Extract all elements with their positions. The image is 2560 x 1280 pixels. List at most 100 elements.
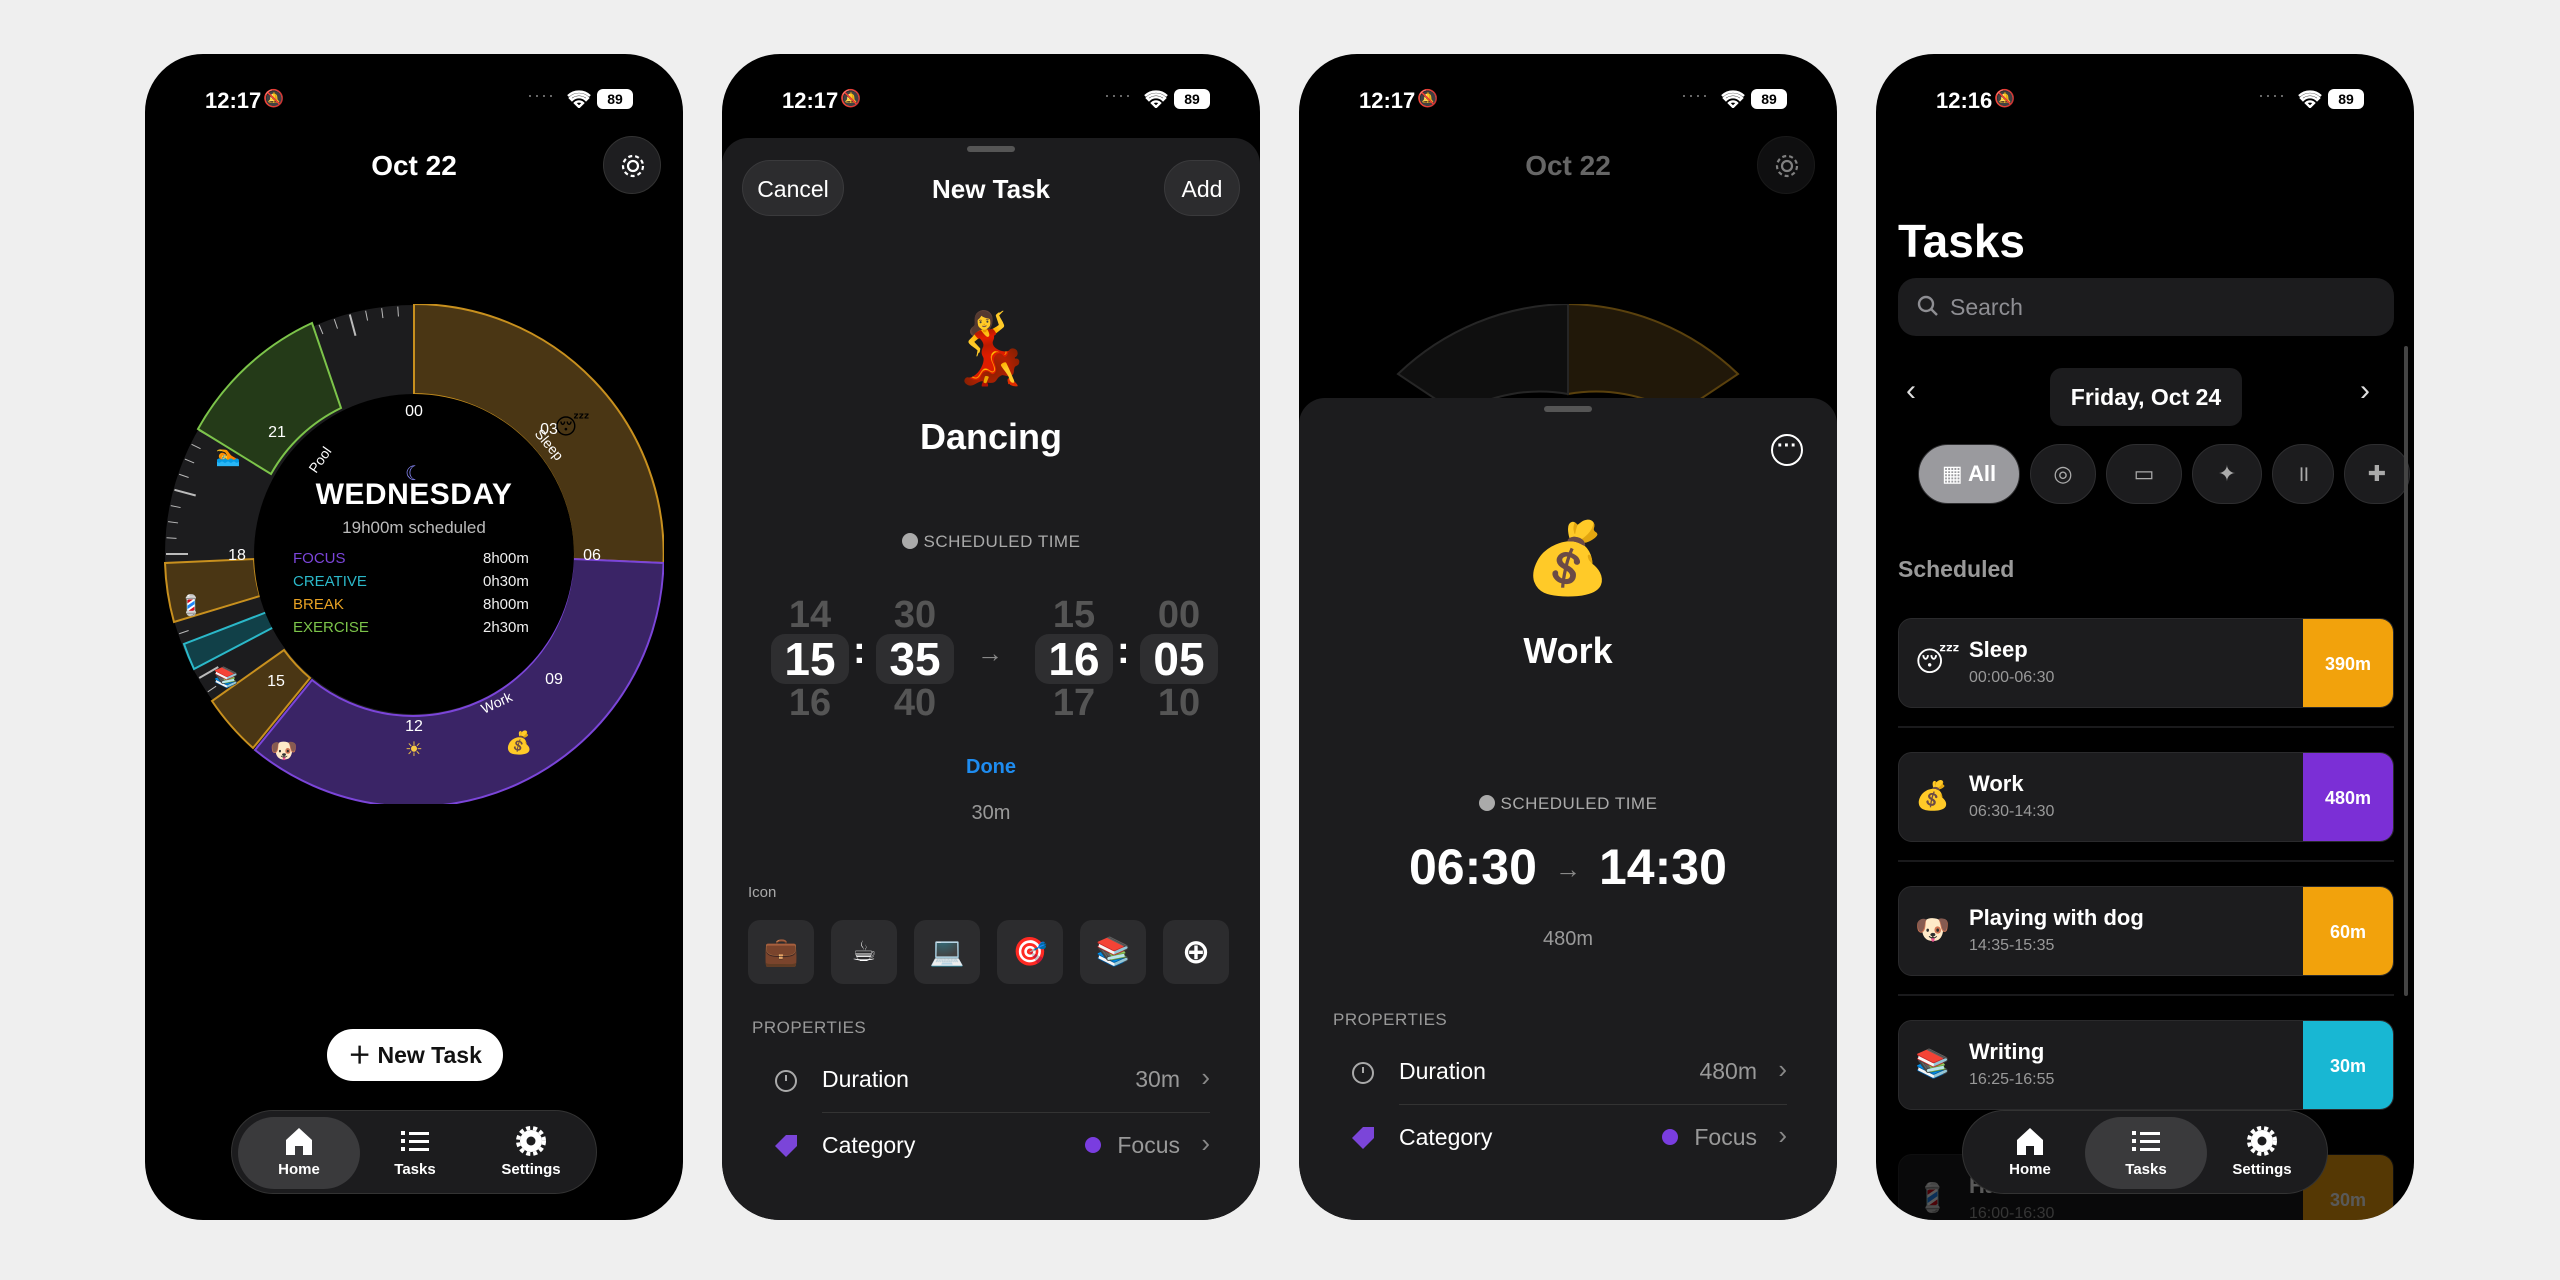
task-emoji-icon[interactable]: 💃 bbox=[722, 308, 1260, 390]
tab-home[interactable]: Home bbox=[1969, 1117, 2091, 1189]
laptop-icon[interactable]: 💻 bbox=[914, 920, 980, 984]
status-time: 12:17 bbox=[1359, 88, 1416, 113]
sheet-grabber[interactable] bbox=[1544, 406, 1592, 412]
add-icon-button[interactable]: ⊕ bbox=[1163, 920, 1229, 984]
tab-label: Settings bbox=[2232, 1161, 2292, 1178]
barber-pole-icon: 💈 bbox=[1915, 1182, 1950, 1213]
hour-label-12: 12 bbox=[405, 718, 423, 735]
tab-label: Tasks bbox=[2125, 1161, 2167, 1178]
next-day-button[interactable]: › bbox=[2360, 374, 2370, 408]
day-summary: WEDNESDAY 19h00m scheduled bbox=[239, 478, 589, 538]
tab-settings[interactable]: Settings bbox=[2201, 1117, 2323, 1189]
coffee-icon[interactable]: ☕ bbox=[831, 920, 897, 984]
home-screen: 12:17 🔕 ···· 89 Oct 22 00 03 06 09 12 15… bbox=[145, 54, 683, 1220]
task-name: Work bbox=[1969, 771, 2024, 796]
books-icon: 📚 bbox=[1915, 1048, 1950, 1079]
task-detail-screen: 12:17 🔕 ···· 89 Oct 22 00 ··· 💰 Work SCH… bbox=[1299, 54, 1837, 1220]
sheet-grabber[interactable] bbox=[967, 146, 1015, 152]
books-icon: 📚 bbox=[214, 666, 239, 689]
tab-tasks[interactable]: Tasks bbox=[2085, 1117, 2207, 1189]
divider bbox=[1898, 860, 2394, 862]
target-icon: ◎ bbox=[2053, 461, 2073, 486]
date-selector[interactable]: Friday, Oct 24 bbox=[2050, 368, 2242, 426]
new-task-button[interactable]: ＋ New Task bbox=[327, 1029, 503, 1081]
clock-icon bbox=[1478, 795, 1495, 811]
category-row[interactable]: Category Focus › bbox=[772, 1114, 1210, 1178]
task-card-dog[interactable]: 🐶 Playing with dog 14:35-15:35 60m bbox=[1898, 886, 2394, 976]
status-time: 12:17 bbox=[782, 88, 839, 113]
done-button[interactable]: Done bbox=[722, 756, 1260, 779]
dog-icon: 🐶 bbox=[1915, 914, 1950, 945]
gear-icon bbox=[470, 1125, 592, 1159]
arrow-right-icon: → bbox=[1555, 854, 1581, 884]
chevron-right-icon: › bbox=[2360, 374, 2370, 407]
add-button[interactable]: Add bbox=[1164, 160, 1240, 216]
plus-circle-icon: ⊕ bbox=[1181, 933, 1211, 971]
end-time[interactable]: 14:30 bbox=[1599, 838, 1727, 896]
search-field[interactable]: Search bbox=[1898, 278, 2394, 336]
duration-row[interactable]: Duration 480m › bbox=[1349, 1040, 1787, 1104]
tab-settings[interactable]: Settings bbox=[470, 1117, 592, 1189]
filter-break[interactable]: ॥ bbox=[2272, 444, 2334, 504]
settings-button[interactable] bbox=[603, 136, 661, 194]
category-row[interactable]: Category Focus › bbox=[1349, 1106, 1787, 1170]
filter-all[interactable]: ▦ All bbox=[1918, 444, 2020, 504]
picker-next: 17 bbox=[1052, 682, 1096, 724]
page-title: Tasks bbox=[1898, 215, 2026, 267]
filter-focus[interactable]: ◎ bbox=[2030, 444, 2096, 504]
sun-icon: ☀ bbox=[405, 739, 423, 761]
end-minute-picker[interactable]: 00 05 10 bbox=[1140, 596, 1218, 722]
picker-current: 35 bbox=[876, 634, 954, 684]
tab-bar: Home Tasks Settings bbox=[231, 1110, 597, 1194]
task-card-sleep[interactable]: 😴 Sleep 00:00-06:30 390m bbox=[1898, 618, 2394, 708]
tab-label: Tasks bbox=[394, 1161, 436, 1178]
scrollbar[interactable] bbox=[2404, 346, 2408, 996]
task-name: Work bbox=[1523, 630, 1613, 671]
hour-label-06: 06 bbox=[583, 547, 601, 564]
target-icon[interactable]: 🎯 bbox=[997, 920, 1063, 984]
more-options-icon[interactable]: ··· bbox=[1771, 434, 1803, 466]
time-colon: : bbox=[1117, 630, 1130, 672]
tab-bar: Home Tasks Settings bbox=[1962, 1110, 2328, 1194]
clock-icon bbox=[901, 533, 918, 549]
properties-label: PROPERTIES bbox=[752, 1018, 867, 1037]
new-task-sheet: Cancel New Task Add 💃 Dancing SCHEDULED … bbox=[722, 138, 1260, 1220]
filter-creative[interactable]: ✦ bbox=[2192, 444, 2262, 504]
settings-button[interactable] bbox=[1757, 136, 1815, 194]
wifi-icon bbox=[567, 90, 591, 108]
filter-inbox[interactable]: ▭ bbox=[2106, 444, 2182, 504]
duration-row[interactable]: Duration 30m › bbox=[772, 1048, 1210, 1112]
divider bbox=[1898, 726, 2394, 728]
scheduled-time-label: SCHEDULED TIME bbox=[722, 532, 1260, 552]
status-bar: 12:17 🔕 ···· 89 bbox=[1299, 80, 1837, 120]
briefcase-icon[interactable]: 💼 bbox=[748, 920, 814, 984]
start-minute-picker[interactable]: 30 35 40 bbox=[876, 596, 954, 722]
battery-icon: 89 bbox=[1174, 89, 1210, 109]
section-header: Scheduled bbox=[1898, 556, 2015, 582]
scheduled-time-label: SCHEDULED TIME bbox=[1299, 794, 1837, 814]
grid-icon: ▦ bbox=[1941, 461, 1963, 486]
tab-tasks[interactable]: Tasks bbox=[354, 1117, 476, 1189]
duration-text: 480m bbox=[1542, 928, 1594, 950]
divider bbox=[1898, 994, 2394, 996]
category-name: BREAK bbox=[293, 596, 344, 613]
task-card-work[interactable]: 💰 Work 06:30-14:30 480m bbox=[1898, 752, 2394, 842]
category-value: 0h30m bbox=[483, 573, 529, 590]
task-card-writing[interactable]: 📚 Writing 16:25-16:55 30m bbox=[1898, 1020, 2394, 1110]
tab-home[interactable]: Home bbox=[238, 1117, 360, 1189]
task-name[interactable]: Dancing bbox=[722, 416, 1260, 458]
day-clock-chart[interactable]: 00 03 06 09 12 15 18 21 Sleep Work Pool … bbox=[164, 304, 664, 804]
start-hour-picker[interactable]: 14 15 16 bbox=[771, 596, 849, 722]
filter-exercise[interactable]: ✚ bbox=[2344, 444, 2410, 504]
picker-prev: 14 bbox=[788, 594, 832, 636]
hour-label-15: 15 bbox=[267, 673, 285, 690]
start-time[interactable]: 06:30 bbox=[1409, 838, 1537, 896]
task-time: 16:00-16:30 bbox=[1969, 1205, 2055, 1220]
books-icon[interactable]: 📚 bbox=[1080, 920, 1146, 984]
timer-icon bbox=[1352, 1062, 1374, 1084]
status-bar: 12:17 🔕 ···· 89 bbox=[722, 80, 1260, 120]
previous-day-button[interactable]: ‹ bbox=[1906, 374, 1916, 408]
end-hour-picker[interactable]: 15 16 17 bbox=[1035, 596, 1113, 722]
signal-icon: ···· bbox=[2258, 85, 2286, 105]
chevron-right-icon: › bbox=[1201, 1062, 1210, 1092]
